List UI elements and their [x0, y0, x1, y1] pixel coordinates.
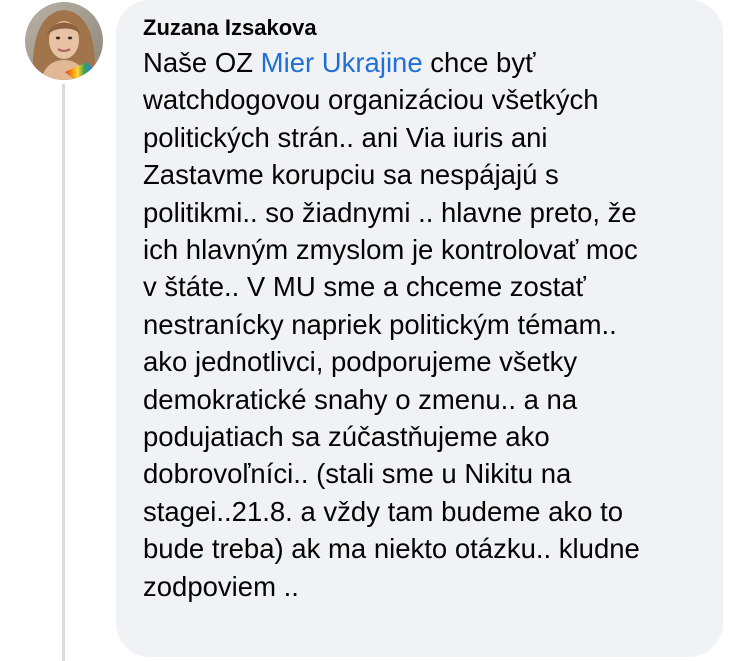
- comment-author[interactable]: Zuzana Izsakova: [143, 14, 705, 42]
- comment-line: dobrovoľníci.. (stali sme u Nikitu na: [143, 458, 572, 490]
- comment-line: podujatiach sa zúčastňujeme ako: [143, 421, 550, 453]
- comment-line: stagei..21.8. a vždy tam budeme ako to: [143, 495, 624, 527]
- comment-line: politických strán.. ani Via iuris ani: [143, 121, 548, 153]
- comment-line: ich hlavným zmyslom je kontrolovať moc: [143, 234, 638, 266]
- comment-line: Zastavme korupciu sa nespájajú s: [143, 159, 559, 191]
- comment-line: politikmi.. so žiadnymi .. hlavne preto,…: [143, 196, 637, 228]
- mention-link[interactable]: Mier Ukrajine: [261, 47, 423, 78]
- avatar[interactable]: [25, 2, 103, 80]
- comment-line: nestranícky napriek politickým témam..: [143, 308, 617, 340]
- comment-line: v štáte.. V MU sme a chceme zostať: [143, 271, 586, 303]
- profile-photo-icon: [25, 2, 103, 80]
- comment-line: watchdogovou organizáciou všetkých: [143, 84, 599, 116]
- comment-line: Naše OZ Mier Ukrajine chce byť: [143, 44, 705, 81]
- thread-line: [62, 84, 65, 661]
- comment-text-segment: chce byť: [422, 47, 536, 78]
- comment-line: bude treba) ak ma niekto otázku.. kludne: [143, 533, 640, 565]
- comment-line: zodpoviem ..: [143, 570, 299, 602]
- comment-line: ako jednotlivci, podporujeme všetky: [143, 346, 578, 378]
- comment-text: Naše OZ Mier Ukrajine chce byť watchdogo…: [143, 44, 705, 605]
- comment-bubble: Zuzana Izsakova Naše OZ Mier Ukrajine ch…: [116, 0, 723, 657]
- comment-line: demokratické snahy o zmenu.. a na: [143, 383, 578, 415]
- comment-text-segment: Naše OZ: [143, 47, 261, 78]
